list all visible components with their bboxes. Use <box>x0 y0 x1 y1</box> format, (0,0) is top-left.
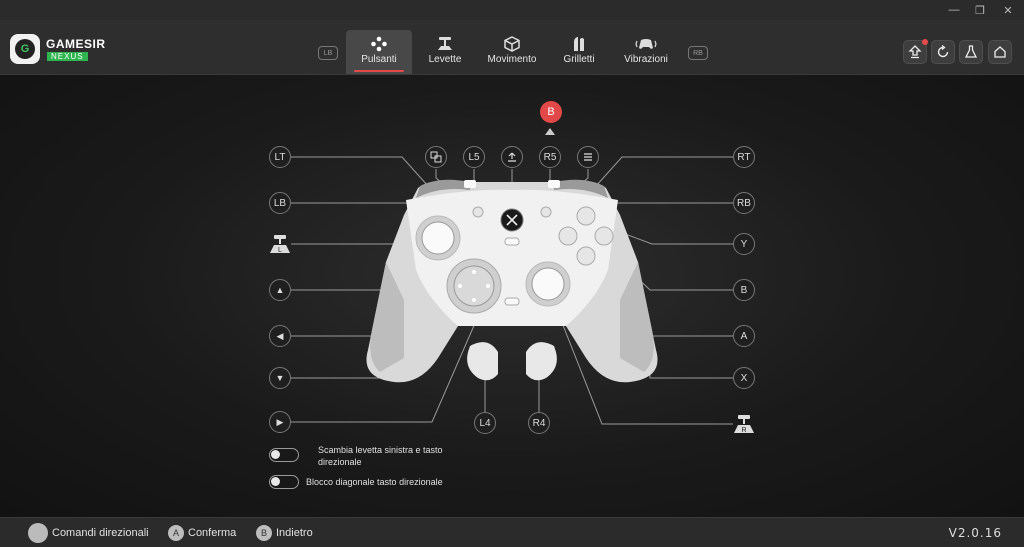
caret-up-icon <box>545 128 555 135</box>
hamburger-menu-icon <box>584 153 592 161</box>
b-button-label[interactable]: B <box>733 279 755 301</box>
lt-button-label[interactable]: LT <box>269 146 291 168</box>
dpad-diagonal-lock-toggle[interactable] <box>269 475 299 489</box>
b-key-icon: B <box>256 525 272 541</box>
menu-button-label[interactable] <box>577 146 599 168</box>
controller-body <box>366 179 658 383</box>
footer-hints: Comandi direzionali A Conferma B Indietr… <box>0 517 1024 547</box>
upload-icon <box>508 152 516 162</box>
rb-button-label[interactable]: RB <box>733 192 755 214</box>
toggle-knob <box>271 477 280 486</box>
right-stick-icon: R <box>734 415 754 434</box>
l4-button-label[interactable]: L4 <box>474 412 496 434</box>
right-stick-letter: R <box>741 427 746 434</box>
dpad-right-label[interactable]: ▶ <box>269 411 291 433</box>
r4-button-label[interactable]: R4 <box>528 412 550 434</box>
r5-button-label[interactable]: R5 <box>539 146 561 168</box>
app-version: V2.0.16 <box>948 526 1002 540</box>
right-stick-label[interactable]: R <box>733 413 755 435</box>
a-button-label[interactable]: A <box>733 325 755 347</box>
joystick-icon <box>28 523 48 543</box>
hint-directional: Comandi direzionali <box>28 523 149 543</box>
share-button-label[interactable] <box>425 146 447 168</box>
hint-label: Comandi direzionali <box>52 527 149 539</box>
upload-button-label[interactable] <box>501 146 523 168</box>
hint-back: B Indietro <box>256 525 313 541</box>
dpad-down-label[interactable]: ▼ <box>269 367 291 389</box>
controller-diagram <box>291 156 733 425</box>
left-stick-icon: L <box>270 235 290 254</box>
hint-label: Indietro <box>276 527 313 539</box>
x-button-label[interactable]: X <box>733 367 755 389</box>
hint-label: Conferma <box>188 527 237 539</box>
dpad-up-label[interactable]: ▲ <box>269 279 291 301</box>
left-stick-letter: L <box>278 247 282 254</box>
selected-mapping-indicator: B <box>540 101 562 123</box>
hint-confirm: A Conferma <box>168 525 236 541</box>
dpad-diagonal-lock-label: Blocco diagonale tasto direzionale <box>306 477 443 487</box>
left-stick-label[interactable]: L <box>269 233 291 255</box>
lb-button-label[interactable]: LB <box>269 192 291 214</box>
swap-stick-dpad-label: Scambia levetta sinistra e tasto direzio… <box>318 445 443 467</box>
toggle-knob <box>271 450 280 459</box>
share-icon <box>430 151 442 163</box>
rt-button-label[interactable]: RT <box>733 146 755 168</box>
l5-button-label[interactable]: L5 <box>463 146 485 168</box>
swap-stick-dpad-toggle[interactable] <box>269 448 299 462</box>
y-button-label[interactable]: Y <box>733 233 755 255</box>
dpad-left-label[interactable]: ◀ <box>269 325 291 347</box>
a-key-icon: A <box>168 525 184 541</box>
